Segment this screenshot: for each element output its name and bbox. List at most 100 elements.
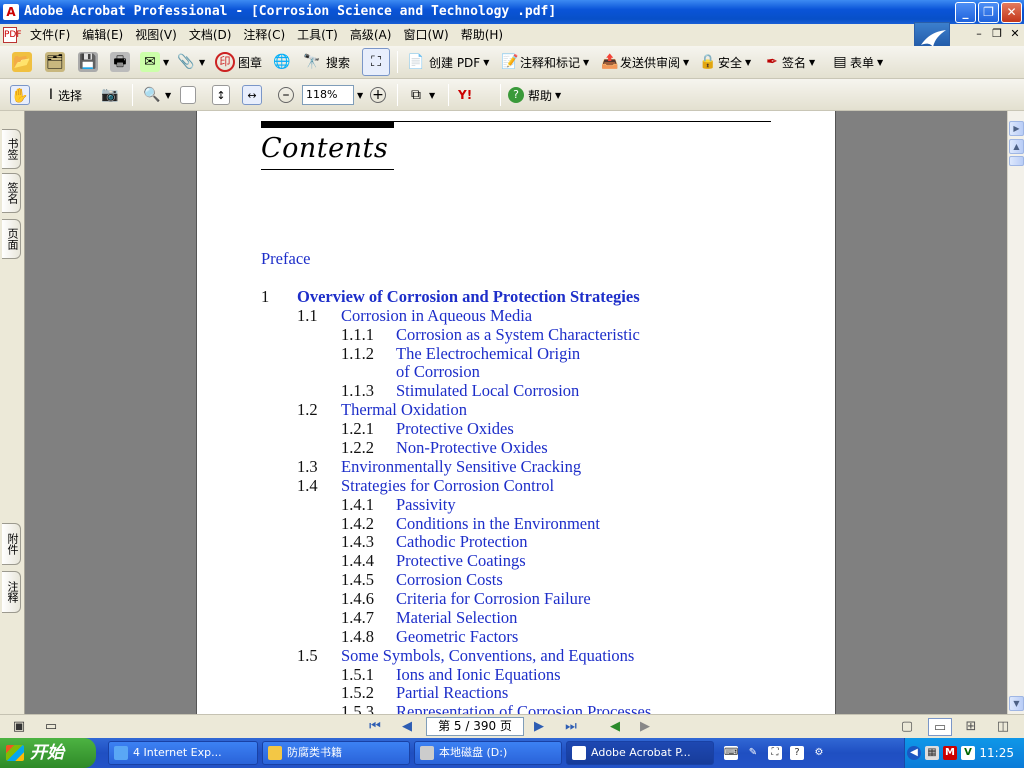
zoom-level-field[interactable]: 118% (302, 85, 354, 105)
toc-entry-label[interactable]: Ions and Ionic Equations (396, 665, 561, 684)
toc-entry-label[interactable]: Criteria for Corrosion Failure (396, 589, 591, 608)
toc-entry-label[interactable]: Preface (261, 249, 310, 268)
toc-entry-label[interactable]: Representation of Corrosion Processes (396, 702, 651, 714)
ime-tray-icon[interactable]: ⛶ (768, 746, 782, 760)
chevron-down-icon[interactable]: ▼ (165, 91, 171, 100)
continuous-facing-icon[interactable]: ⊞ (962, 718, 980, 736)
menu-comments[interactable]: 注释(C) (237, 27, 291, 43)
maximize-button[interactable]: ❐ (978, 2, 999, 23)
previous-view-icon[interactable]: ◀ (606, 718, 624, 736)
chevron-down-icon[interactable]: ▼ (199, 58, 205, 67)
menu-window[interactable]: 窗口(W) (397, 27, 454, 43)
pages-tab[interactable]: 页面 (2, 219, 21, 259)
menu-document[interactable]: 文档(D) (183, 27, 238, 43)
toc-entry-label[interactable]: Conditions in the Environment (396, 514, 600, 533)
menu-edit[interactable]: 编辑(E) (76, 27, 129, 43)
toc-entry-label[interactable]: Passivity (396, 495, 456, 514)
help-tray-icon[interactable]: ? (790, 746, 804, 760)
pen-tray-icon[interactable]: ✎ (746, 746, 760, 760)
fit-width-icon[interactable]: ↔ (242, 85, 262, 105)
minimize-button[interactable]: _ (955, 2, 976, 23)
first-page-icon[interactable]: ⏮ (366, 718, 384, 736)
toc-entry-label[interactable]: Corrosion in Aqueous Media (341, 306, 532, 325)
vc-tray-icon[interactable]: V (961, 746, 975, 760)
stamp-button[interactable]: 印 图章 (215, 50, 262, 74)
pdf-recognize-icon[interactable]: ⛶ (362, 48, 390, 76)
page-view-icon[interactable]: ▣ (10, 718, 28, 736)
toc-entry-label[interactable]: Some Symbols, Conventions, and Equations (341, 646, 634, 665)
chevron-down-icon[interactable]: ▼ (357, 91, 363, 100)
fit-page-icon[interactable]: ↕ (212, 85, 230, 105)
doc-restore-button[interactable]: ❐ (990, 27, 1004, 41)
toc-entry-label[interactable]: Thermal Oxidation (341, 400, 467, 419)
close-button[interactable]: ✕ (1001, 2, 1022, 23)
yahoo-toolbar-icon[interactable]: Y! (458, 88, 472, 102)
save-icon[interactable]: 💾 (78, 52, 98, 72)
taskbar-item-folder[interactable]: 防腐类书籍 (262, 741, 410, 765)
toc-entry-label[interactable]: Corrosion as a System Characteristic (396, 325, 640, 344)
tray-expand-icon[interactable]: ◀ (907, 746, 921, 760)
attachments-tab[interactable]: 附件 (2, 523, 21, 565)
title-bar[interactable]: A Adobe Acrobat Professional - [Corrosio… (0, 0, 1024, 24)
pdf-document-icon[interactable]: PDF (3, 27, 22, 43)
snapshot-camera-icon[interactable]: 📷 (100, 85, 120, 105)
email-icon[interactable]: ✉ (140, 52, 160, 72)
scroll-thumb[interactable] (1009, 156, 1024, 166)
toc-entry-label[interactable]: Protective Coatings (396, 551, 526, 570)
pdf-page[interactable]: Contents Preface 1 Overview of Corrosion a… (196, 111, 836, 714)
layer-icon[interactable]: ▭ (42, 718, 60, 736)
menu-help[interactable]: 帮助(H) (455, 27, 509, 43)
web-globe-icon[interactable]: 🌐 (272, 52, 292, 72)
start-button[interactable]: 开始 (0, 738, 96, 768)
page-number-field[interactable]: 第 5 / 390 页 (426, 717, 524, 736)
toc-entry-label[interactable]: Partial Reactions (396, 683, 508, 702)
toc-entry-label[interactable]: Geometric Factors (396, 627, 518, 646)
toc-entry-label[interactable]: Overview of Corrosion and Protection Str… (297, 287, 640, 306)
comment-markup-button[interactable]: 📝 注释和标记 ▼ (500, 50, 589, 74)
vertical-scrollbar[interactable]: ▶ ▲ ▼ (1007, 111, 1024, 714)
help-button[interactable]: ? 帮助 ▼ (508, 83, 561, 107)
hand-tool-icon[interactable]: ✋ (10, 85, 30, 105)
single-page-icon[interactable]: ▢ (898, 718, 916, 736)
scroll-up-icon[interactable]: ▲ (1009, 139, 1024, 154)
toc-entry-label[interactable]: Corrosion Costs (396, 570, 503, 589)
toc-entry-label[interactable]: The Electrochemical Origin (396, 344, 580, 363)
attach-paperclip-icon[interactable]: 📎 (176, 52, 196, 72)
taskbar-item-local-disk[interactable]: 本地磁盘 (D:) (414, 741, 562, 765)
facing-page-icon[interactable]: ◫ (994, 718, 1012, 736)
menu-advanced[interactable]: 高级(A) (344, 27, 398, 43)
toc-entry-label[interactable]: Environmentally Sensitive Cracking (341, 457, 581, 476)
toc-entry-label[interactable]: Strategies for Corrosion Control (341, 476, 554, 495)
page-layout-icon[interactable]: ⧉ (406, 85, 426, 105)
send-for-review-button[interactable]: 📤 发送供审阅 ▼ (600, 50, 689, 74)
doc-minimize-button[interactable]: – (972, 27, 986, 41)
settings-tray-icon[interactable]: ⚙ (812, 746, 826, 760)
menu-tools[interactable]: 工具(T) (291, 27, 344, 43)
panel-expand-icon[interactable]: ▶ (1009, 121, 1024, 136)
search-button[interactable]: 🔭 搜索 (302, 50, 350, 74)
continuous-page-icon[interactable]: ▭ (928, 718, 952, 736)
next-page-icon[interactable]: ▶ (530, 718, 548, 736)
menu-file[interactable]: 文件(F) (24, 27, 76, 43)
toc-entry-label[interactable]: Material Selection (396, 608, 517, 627)
zoom-plus-icon[interactable]: + (370, 87, 386, 103)
scroll-down-icon[interactable]: ▼ (1009, 696, 1024, 711)
zoom-in-icon[interactable]: 🔍 (142, 85, 162, 105)
select-tool-button[interactable]: I 选择 (44, 83, 82, 107)
toc-entry-label[interactable]: of Corrosion (396, 362, 480, 381)
menu-view[interactable]: 视图(V) (129, 27, 183, 43)
last-page-icon[interactable]: ⏭ (562, 718, 580, 736)
chevron-down-icon[interactable]: ▼ (429, 91, 435, 100)
zoom-out-icon[interactable]: – (278, 87, 294, 103)
taskbar-item-acrobat[interactable]: Adobe Acrobat P... (566, 741, 714, 765)
forms-button[interactable]: ▤ 表单 ▼ (830, 50, 883, 74)
bookmarks-tab[interactable]: 书签 (2, 129, 21, 169)
open-folder-icon[interactable]: 📂 (12, 52, 32, 72)
previous-page-icon[interactable]: ◀ (398, 718, 416, 736)
network-tray-icon[interactable]: ▦ (925, 746, 939, 760)
next-view-icon[interactable]: ▶ (636, 718, 654, 736)
actual-size-icon[interactable] (180, 86, 196, 104)
toc-entry-label[interactable]: Cathodic Protection (396, 532, 528, 551)
print-icon[interactable]: 🖶 (110, 52, 130, 72)
comments-tab[interactable]: 注释 (2, 571, 21, 613)
